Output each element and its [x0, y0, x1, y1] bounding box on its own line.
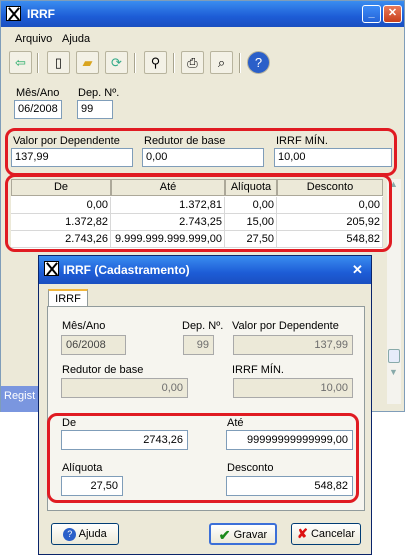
help-icon[interactable]: ? [247, 51, 270, 74]
dialog-titlebar: IRRF (Cadastramento) ✕ [39, 256, 371, 284]
scroll-down-icon[interactable]: ▼ [389, 367, 398, 377]
window-title: IRRF [27, 7, 55, 21]
print-preview-icon[interactable]: ⌕ [210, 51, 233, 74]
cancelar-button-label: Cancelar [310, 528, 355, 540]
highlight-box [5, 128, 397, 176]
menubar: Arquivo Ajuda [1, 31, 404, 47]
cancel-x-icon: ✘ [297, 526, 308, 542]
checkmark-icon: ✔ [218, 527, 231, 544]
dlg-mes-ano-input[interactable]: 06/2008 [61, 335, 126, 355]
cadastramento-dialog: IRRF (Cadastramento) ✕ IRRF Mês/Ano 06/2… [38, 255, 372, 555]
minimize-icon[interactable]: _ [362, 5, 381, 23]
menu-arquivo[interactable]: Arquivo [15, 33, 52, 45]
app-icon [6, 6, 21, 21]
highlight-box [47, 413, 359, 503]
scroll-thumb[interactable] [388, 349, 400, 363]
print-icon[interactable]: ⎙ [181, 51, 204, 74]
dlg-dep-input[interactable]: 99 [183, 335, 214, 355]
refresh-icon[interactable]: ⟳ [105, 51, 128, 74]
ajuda-button-label: Ajuda [78, 528, 107, 540]
gravar-button-label: Gravar [233, 529, 268, 541]
mes-ano-input[interactable]: 06/2008 [14, 100, 62, 119]
exit-icon[interactable]: ⇦ [9, 51, 32, 74]
dialog-title: IRRF (Cadastramento) [63, 263, 190, 277]
cancelar-button[interactable]: ✘ Cancelar [291, 523, 361, 545]
toolbar-separator [37, 53, 39, 73]
ajuda-button[interactable]: ? Ajuda [51, 523, 119, 545]
open-folder-icon[interactable]: ▰ [76, 51, 99, 74]
mes-ano-label: Mês/Ano [16, 87, 60, 99]
dlg-irrf-min-label: IRRF MÍN. [232, 364, 284, 376]
dlg-mes-ano-label: Mês/Ano [62, 320, 106, 332]
dlg-dep-label: Dep. Nº. [182, 320, 224, 332]
tab-irrf[interactable]: IRRF [48, 289, 88, 307]
dlg-valor-dep-input[interactable]: 137,99 [233, 335, 353, 355]
dlg-valor-dep-label: Valor por Dependente [232, 320, 339, 332]
dlg-irrf-min-input[interactable]: 10,00 [233, 378, 353, 398]
gravar-button[interactable]: ✔ Gravar [209, 523, 277, 545]
help-icon: ? [63, 527, 77, 541]
dlg-redutor-input[interactable]: 0,00 [61, 378, 188, 398]
toolbar: ⇦ ▯ ▰ ⟳ ⚲ ⎙ ⌕ ? [5, 51, 400, 77]
dialog-app-icon [44, 261, 59, 276]
dlg-redutor-label: Redutor de base [62, 364, 144, 376]
highlight-box [5, 174, 392, 252]
main-titlebar: IRRF _ ✕ [1, 1, 404, 27]
search-icon[interactable]: ⚲ [144, 51, 167, 74]
status-label: Regist [1, 386, 41, 412]
new-document-icon[interactable]: ▯ [47, 51, 70, 74]
menu-ajuda[interactable]: Ajuda [62, 33, 90, 45]
toolbar-separator [173, 53, 175, 73]
dep-label: Dep. Nº. [78, 87, 120, 99]
toolbar-separator [134, 53, 136, 73]
close-icon[interactable]: ✕ [352, 262, 363, 278]
toolbar-separator [239, 53, 241, 73]
dep-input[interactable]: 99 [77, 100, 113, 119]
close-icon[interactable]: ✕ [383, 5, 402, 23]
